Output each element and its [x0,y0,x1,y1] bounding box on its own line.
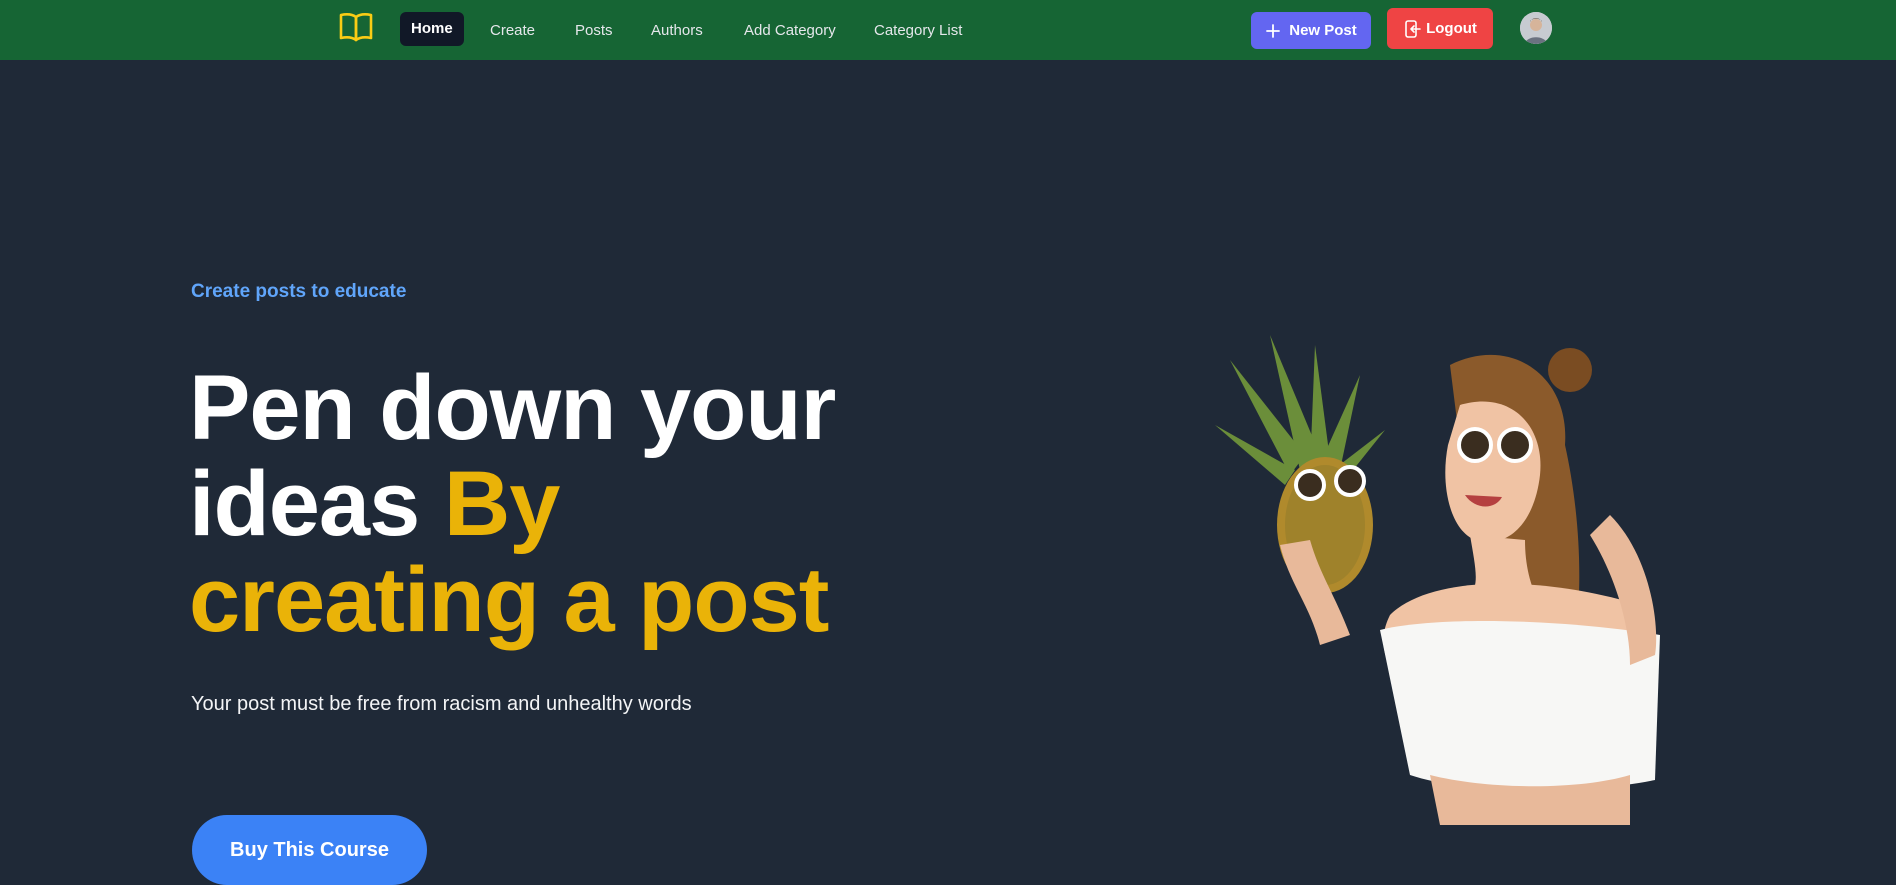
user-avatar[interactable] [1520,12,1552,44]
logout-label: Logout [1426,20,1477,37]
top-navbar: Home Create Posts Authors Add Category C… [0,0,1896,60]
hero-eyebrow: Create posts to educate [191,281,407,302]
plus-icon [1266,23,1281,38]
nav-add-category-link[interactable]: Add Category [733,16,847,46]
logout-icon [1405,19,1421,38]
new-post-button[interactable]: New Post [1251,12,1371,49]
nav-posts-link[interactable]: Posts [564,16,624,46]
headline-line-2: ideas [189,453,444,555]
nav-category-list-link[interactable]: Category List [863,16,973,46]
hero-woman-pineapple-image [1215,335,1660,825]
logout-button[interactable]: Logout [1387,8,1493,49]
nav-create-link[interactable]: Create [479,16,546,46]
nav-home-link[interactable]: Home [400,12,464,46]
new-post-label: New Post [1289,22,1357,39]
buy-course-button[interactable]: Buy This Course [192,815,427,885]
nav-authors-link[interactable]: Authors [640,16,714,46]
headline-line-3: creating a post [189,549,829,651]
user-avatar-image [1520,12,1552,44]
headline-line-1: Pen down your [189,357,836,459]
hero-headline: Pen down your ideas By creating a post [189,360,889,648]
hero-subtext: Your post must be free from racism and u… [191,693,692,715]
headline-highlight-by: By [443,453,561,555]
open-book-icon[interactable] [338,11,374,43]
